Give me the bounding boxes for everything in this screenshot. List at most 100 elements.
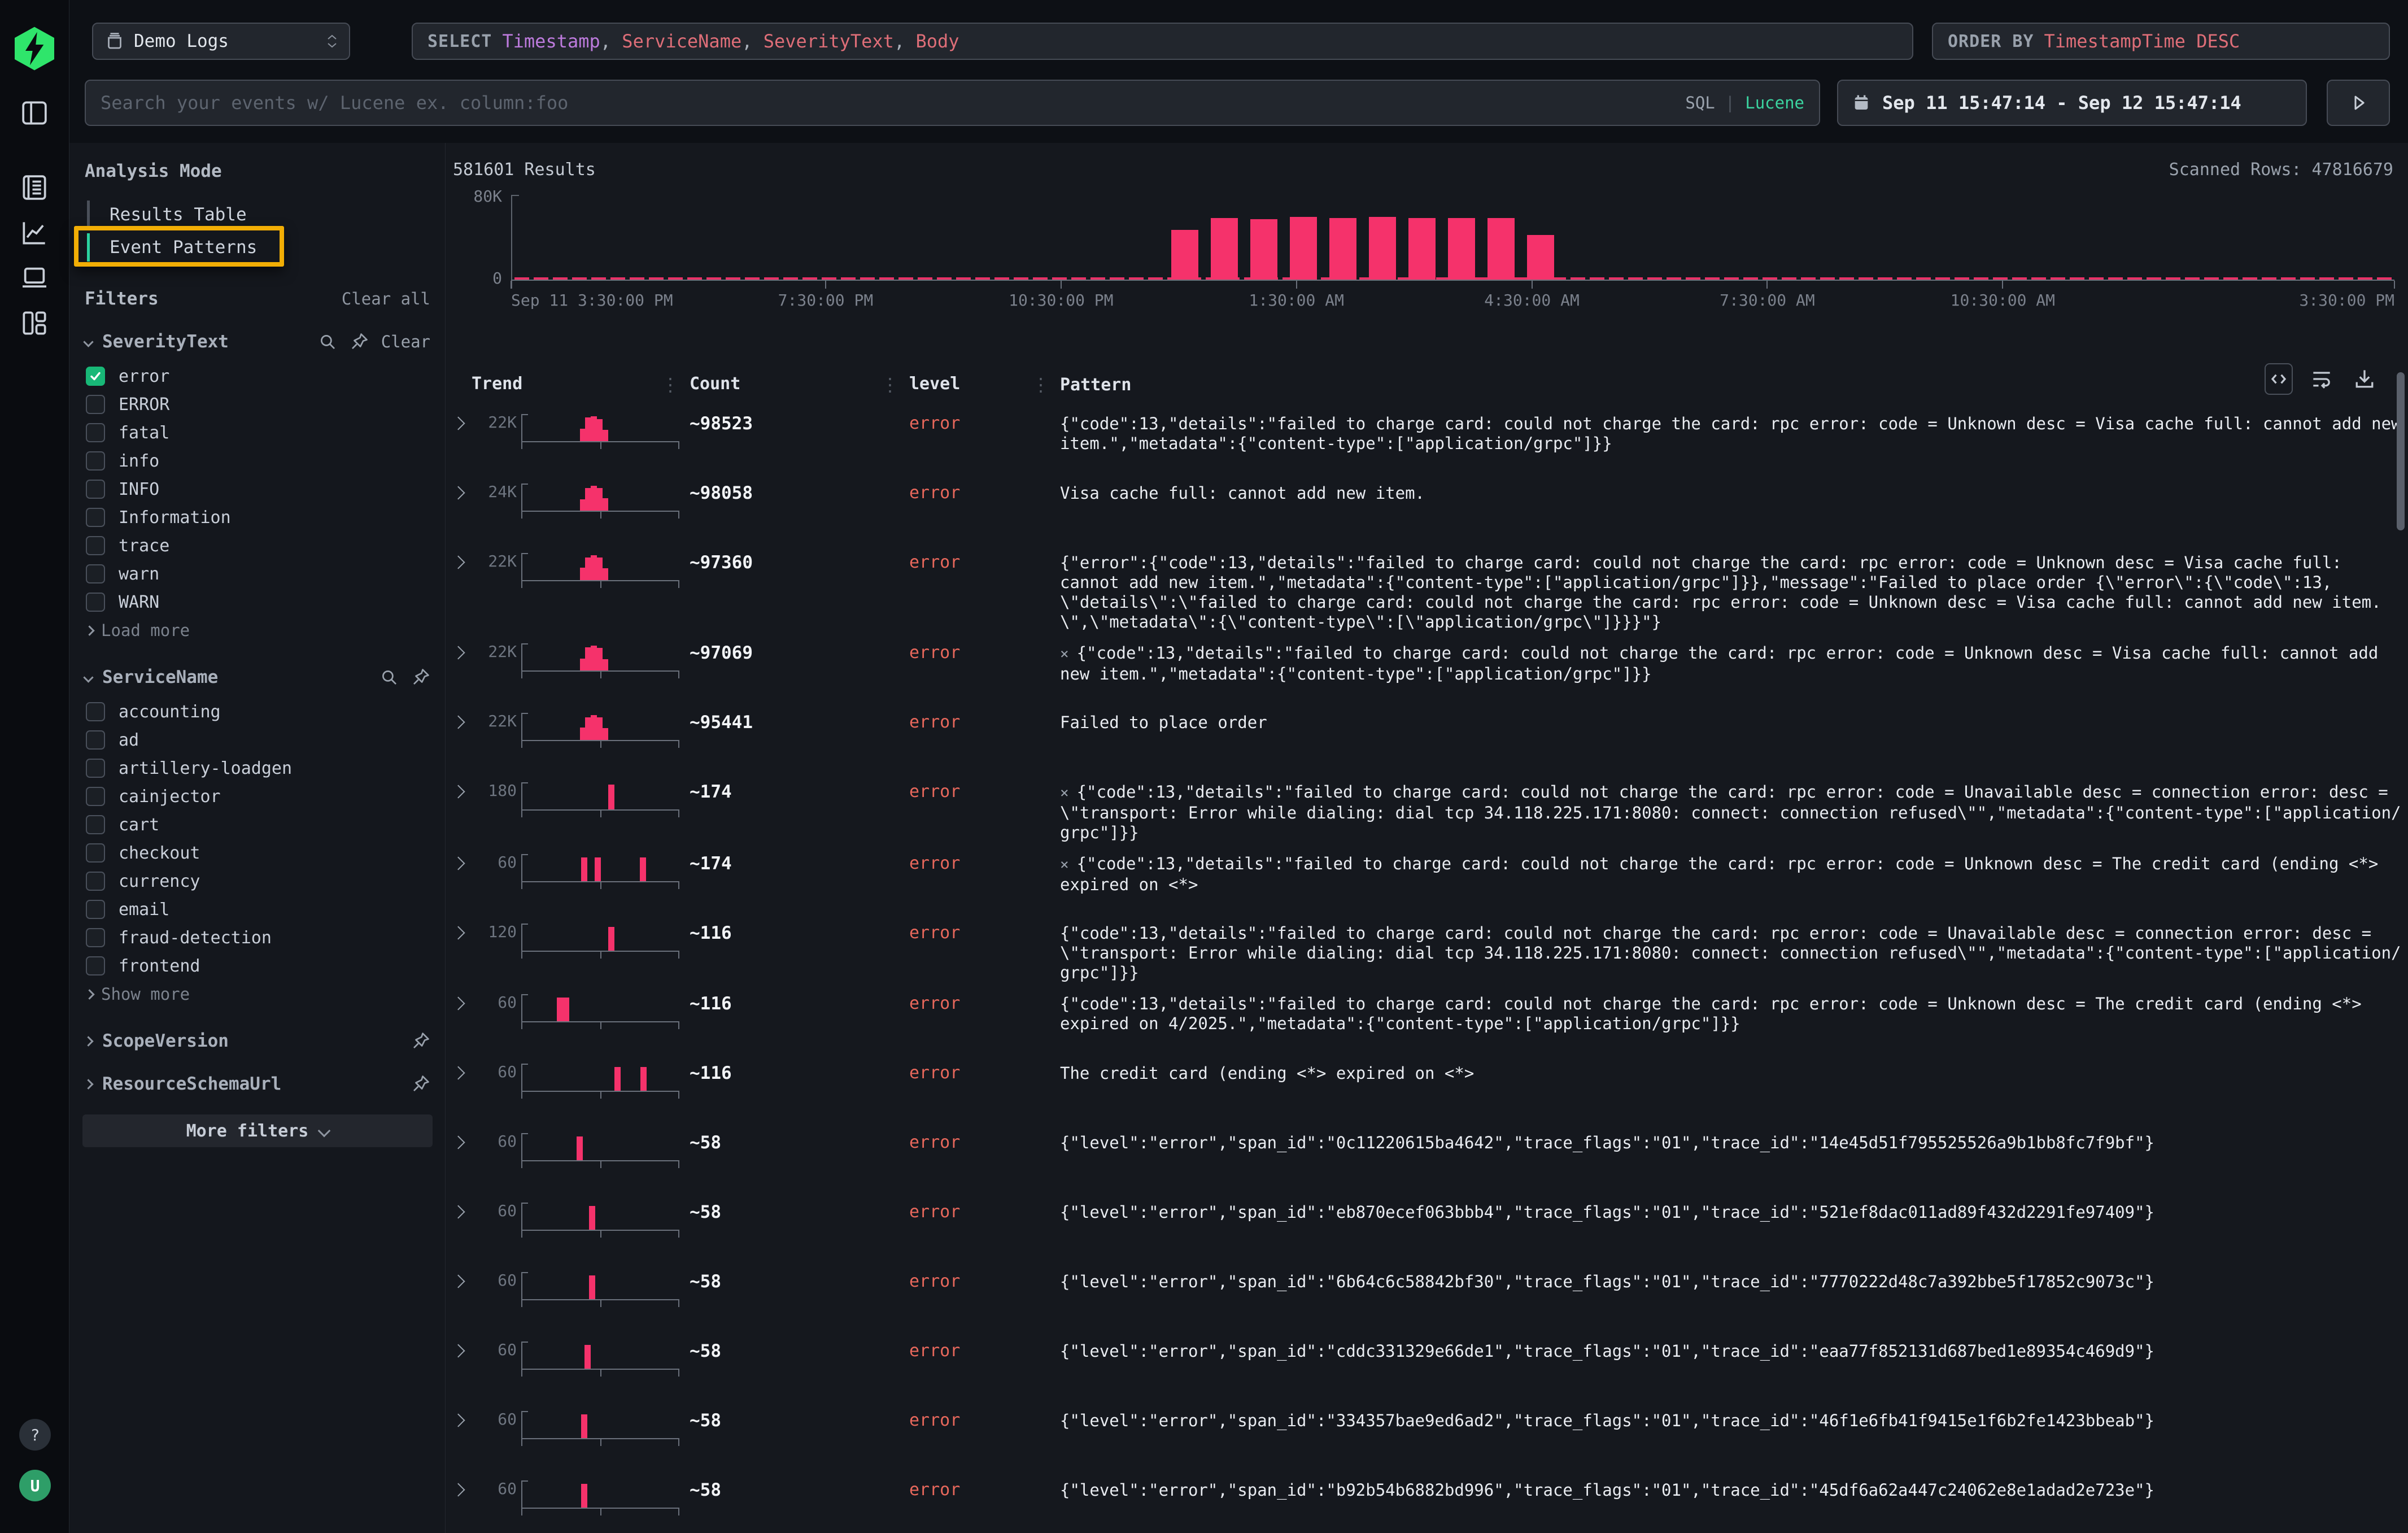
help-button[interactable]: ? [19, 1419, 51, 1451]
histogram-bar[interactable] [1487, 218, 1515, 280]
pin-icon[interactable] [411, 1074, 430, 1094]
histogram-bar[interactable] [1211, 218, 1238, 280]
checkbox-unchecked[interactable] [86, 900, 105, 919]
checkbox-unchecked[interactable] [86, 843, 105, 863]
scrollbar-thumb[interactable] [2397, 372, 2405, 530]
filter-option-WARN[interactable]: WARN [86, 588, 430, 616]
chart-explorer-icon[interactable] [19, 217, 50, 249]
checkbox-unchecked[interactable] [86, 956, 105, 975]
view-code-icon[interactable] [2265, 363, 2293, 395]
filter-option-error[interactable]: error [86, 362, 430, 390]
filter-group-clear-link[interactable]: Clear [381, 332, 430, 351]
lang-toggle-sql[interactable]: SQL [1685, 93, 1715, 112]
histogram-bar[interactable] [1171, 230, 1198, 280]
expand-row-chevron-icon[interactable] [451, 856, 465, 870]
pattern-row[interactable]: 60~58error{"level":"error","span_id":"b9… [446, 1469, 2408, 1533]
more-filters-button[interactable]: More filters [82, 1114, 433, 1147]
pattern-row[interactable]: 60~58error{"level":"error","span_id":"0c… [446, 1122, 2408, 1191]
checkbox-unchecked[interactable] [86, 536, 105, 555]
filter-option-artillery-loadgen[interactable]: artillery-loadgen [86, 754, 430, 782]
col-trend[interactable]: Trend [472, 374, 522, 395]
expand-row-chevron-icon[interactable] [451, 1205, 465, 1218]
filter-group-title[interactable]: SeverityText [102, 332, 229, 352]
search-logs-icon[interactable] [19, 172, 50, 203]
filter-option-ad[interactable]: ad [86, 726, 430, 754]
filter-option-accounting[interactable]: accounting [86, 698, 430, 726]
search-icon[interactable] [318, 332, 337, 351]
col-level[interactable]: level [909, 374, 960, 395]
filter-group-title[interactable]: ServiceName [102, 667, 218, 687]
time-range-picker[interactable]: Sep 11 15:47:14 - Sep 12 15:47:14 [1837, 80, 2307, 126]
pattern-row[interactable]: 180~174error×{"code":13,"details":"faile… [446, 771, 2408, 843]
histogram-bar[interactable] [1250, 219, 1277, 280]
filter-option-info[interactable]: info [86, 447, 430, 475]
histogram-bar[interactable] [1408, 218, 1436, 280]
chevron-down-icon[interactable] [83, 337, 93, 347]
checkbox-unchecked[interactable] [86, 928, 105, 947]
pattern-row[interactable]: 120~116error{"code":13,"details":"failed… [446, 912, 2408, 983]
checkbox-unchecked[interactable] [86, 787, 105, 806]
filter-option-currency[interactable]: currency [86, 867, 430, 895]
pattern-row[interactable]: 22K~95441errorFailed to place order [446, 702, 2408, 771]
table-scrollbar[interactable] [2397, 364, 2406, 1527]
expand-row-chevron-icon[interactable] [451, 416, 465, 430]
filter-option-fraud-detection[interactable]: fraud-detection [86, 924, 430, 952]
column-drag-handle-icon[interactable]: ⋮ [1032, 374, 1060, 395]
pin-icon[interactable] [411, 668, 430, 687]
analysis-mode-results-table[interactable]: Results Table [85, 198, 430, 231]
checkbox-unchecked[interactable] [86, 872, 105, 891]
run-query-button[interactable] [2327, 80, 2390, 126]
expand-row-chevron-icon[interactable] [451, 785, 465, 798]
user-avatar[interactable]: U [19, 1470, 51, 1501]
checkbox-unchecked[interactable] [86, 508, 105, 527]
column-drag-handle-icon[interactable]: ⋮ [881, 374, 909, 395]
order-by-input[interactable]: ORDER BY TimestampTime DESC [1932, 23, 2390, 60]
histogram-bar[interactable] [1290, 217, 1317, 280]
clear-all-filters-link[interactable]: Clear all [342, 289, 430, 308]
pattern-row[interactable]: 22K~97360error{"error":{"code":13,"detai… [446, 542, 2408, 632]
filter-option-cainjector[interactable]: cainjector [86, 782, 430, 811]
expand-row-chevron-icon[interactable] [451, 1066, 465, 1079]
filter-group-more-link[interactable]: Show more [86, 980, 430, 1008]
checkbox-unchecked[interactable] [86, 759, 105, 778]
expand-row-chevron-icon[interactable] [451, 1483, 465, 1496]
col-count[interactable]: Count [690, 374, 740, 395]
filter-group-more-link[interactable]: Load more [86, 616, 430, 644]
checkbox-unchecked[interactable] [86, 730, 105, 750]
col-pattern[interactable]: Pattern [1060, 375, 2408, 395]
event-search-input[interactable]: Search your events w/ Lucene ex. column:… [85, 80, 1820, 126]
expand-row-chevron-icon[interactable] [451, 555, 465, 569]
checkbox-unchecked[interactable] [86, 480, 105, 499]
pattern-row[interactable]: 60~58error{"level":"error","span_id":"eb… [446, 1191, 2408, 1261]
checkbox-unchecked[interactable] [86, 815, 105, 834]
checkbox-unchecked[interactable] [86, 423, 105, 442]
expand-row-chevron-icon[interactable] [451, 1413, 465, 1427]
search-icon[interactable] [379, 668, 399, 687]
expand-row-chevron-icon[interactable] [451, 1135, 465, 1149]
pin-icon[interactable] [411, 1031, 430, 1051]
checkbox-unchecked[interactable] [86, 593, 105, 612]
checkbox-unchecked[interactable] [86, 451, 105, 471]
source-select[interactable]: Demo Logs [92, 23, 350, 60]
filter-group-title[interactable]: ResourceSchemaUrl [102, 1074, 281, 1094]
expand-row-chevron-icon[interactable] [451, 1344, 465, 1357]
expand-row-chevron-icon[interactable] [451, 996, 465, 1010]
filter-option-cart[interactable]: cart [86, 811, 430, 839]
filter-option-INFO[interactable]: INFO [86, 475, 430, 503]
expand-row-chevron-icon[interactable] [451, 646, 465, 659]
analysis-mode-event-patterns[interactable]: Event Patterns [85, 231, 430, 264]
pattern-row[interactable]: 60~58error{"level":"error","span_id":"6b… [446, 1261, 2408, 1330]
lang-toggle-lucene[interactable]: Lucene [1745, 93, 1804, 112]
chevron-right-icon[interactable] [83, 1079, 93, 1089]
results-histogram[interactable]: 80K 0 Sep 11 3:30:00 PM7:30:00 PM10:30:0… [511, 195, 2394, 281]
pattern-row[interactable]: 22K~98523error{"code":13,"details":"fail… [446, 403, 2408, 472]
histogram-bar[interactable] [1369, 217, 1396, 280]
checkbox-unchecked[interactable] [86, 702, 105, 721]
histogram-bar[interactable] [1527, 235, 1554, 280]
dashboards-icon[interactable] [19, 307, 50, 339]
chevron-down-icon[interactable] [83, 672, 93, 682]
filter-group-title[interactable]: ScopeVersion [102, 1031, 229, 1051]
pin-icon[interactable] [350, 332, 369, 351]
pattern-row[interactable]: 60~58error{"level":"error","span_id":"cd… [446, 1330, 2408, 1400]
app-logo-icon[interactable] [12, 24, 57, 73]
